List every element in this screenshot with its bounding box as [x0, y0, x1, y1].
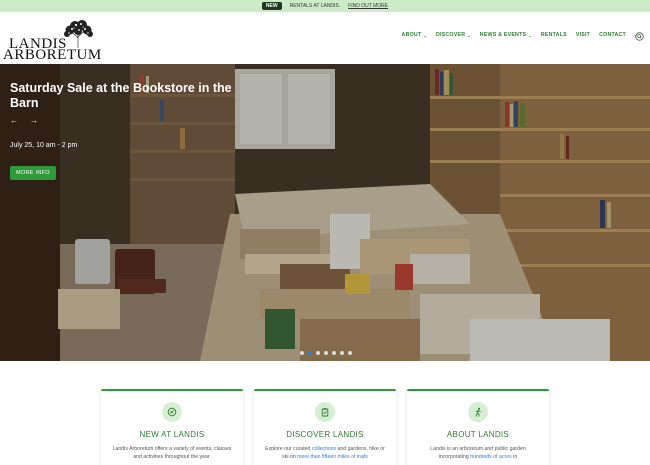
card-icon-circle: [468, 402, 488, 422]
nav-visit-label: VISIT: [575, 32, 591, 38]
nav-contact[interactable]: CONTACT: [599, 32, 626, 38]
hundreds-of-acres-link[interactable]: hundreds of acres: [470, 454, 512, 460]
card-text: Landis is an arboretum and public garden…: [417, 445, 539, 461]
nav-discover[interactable]: DISCOVER ⌄: [436, 32, 471, 38]
hero-slider: Saturday Sale at the Bookstore in the Ba…: [0, 64, 650, 361]
card-discover-landis[interactable]: DISCOVER LANDIS Explore our curated coll…: [254, 389, 396, 465]
slider-dot[interactable]: [324, 351, 328, 355]
hero-title: Saturday Sale at the Bookstore in the Ba…: [10, 81, 232, 110]
hero-date: July 25, 10 am - 2 pm: [10, 142, 78, 149]
nav-discover-label: DISCOVER: [435, 32, 466, 38]
announcement-text: RENTALS AT LANDIS.: [289, 3, 341, 9]
slider-dot[interactable]: [348, 351, 352, 355]
slider-dots: [300, 351, 352, 355]
chevron-down-icon: ⌄: [423, 32, 427, 38]
card-title: NEW AT LANDIS: [139, 430, 205, 439]
card-about-landis[interactable]: ABOUT LANDIS Landis is an arboretum and …: [407, 389, 549, 465]
new-badge: NEW: [261, 2, 282, 10]
walker-icon: [475, 407, 481, 417]
logo[interactable]: LANDIS ARBORETUM: [3, 20, 101, 63]
card-text: Explore our curated collections and gard…: [264, 445, 386, 461]
collections-link[interactable]: collections: [312, 446, 336, 452]
slider-dot[interactable]: [316, 351, 320, 355]
leaf-icon: [167, 407, 177, 417]
nav-visit[interactable]: VISIT: [576, 32, 590, 38]
slider-dot[interactable]: [332, 351, 336, 355]
nav-about[interactable]: ABOUT ⌄: [402, 32, 427, 38]
next-arrow-icon[interactable]: →: [30, 116, 38, 125]
card-icon-circle: [162, 402, 182, 422]
card-title: DISCOVER LANDIS: [286, 430, 364, 439]
nav-news-events-label: NEWS & EVENTS: [479, 32, 527, 38]
chevron-down-icon: ⌄: [467, 32, 471, 38]
more-info-button[interactable]: MORE INFO: [10, 166, 56, 180]
card-text-a: Explore our curated: [265, 446, 312, 452]
slider-dot[interactable]: [300, 351, 304, 355]
nav-rentals-label: RENTALS: [540, 32, 567, 38]
main-nav: ABOUT ⌄ DISCOVER ⌄ NEWS & EVENTS ⌄ RENTA…: [402, 32, 626, 38]
slider-dot[interactable]: [340, 351, 344, 355]
chevron-down-icon: ⌄: [528, 32, 532, 38]
card-text: Landis Arboretum offers a variety of eve…: [112, 446, 232, 460]
slider-dot-active[interactable]: [308, 351, 312, 355]
nav-about-label: ABOUT: [401, 32, 422, 38]
nav-contact-label: CONTACT: [599, 32, 626, 38]
nav-news-events[interactable]: NEWS & EVENTS ⌄: [480, 32, 532, 38]
slider-arrows: ← →: [10, 116, 38, 125]
intro-cards: NEW AT LANDIS Landis Arboretum offers a …: [0, 361, 650, 465]
prev-arrow-icon[interactable]: ←: [10, 116, 18, 125]
clipboard-icon: [321, 408, 329, 417]
card-text-b: in: [511, 454, 518, 460]
card-new-at-landis[interactable]: NEW AT LANDIS Landis Arboretum offers a …: [101, 389, 243, 465]
trails-link[interactable]: more than fifteen miles of trails: [297, 454, 368, 460]
search-icon[interactable]: [635, 32, 644, 41]
card-title: ABOUT LANDIS: [446, 430, 510, 439]
nav-rentals[interactable]: RENTALS: [541, 32, 567, 38]
logo-line2: ARBORETUM: [3, 47, 102, 63]
site-header: LANDIS ARBORETUM ABOUT ⌄ DISCOVER ⌄ NEWS…: [0, 12, 650, 64]
announcement-bar: NEW RENTALS AT LANDIS. FIND OUT MORE: [0, 0, 650, 12]
find-out-more-link[interactable]: FIND OUT MORE: [348, 3, 388, 9]
card-icon-circle: [315, 402, 335, 422]
